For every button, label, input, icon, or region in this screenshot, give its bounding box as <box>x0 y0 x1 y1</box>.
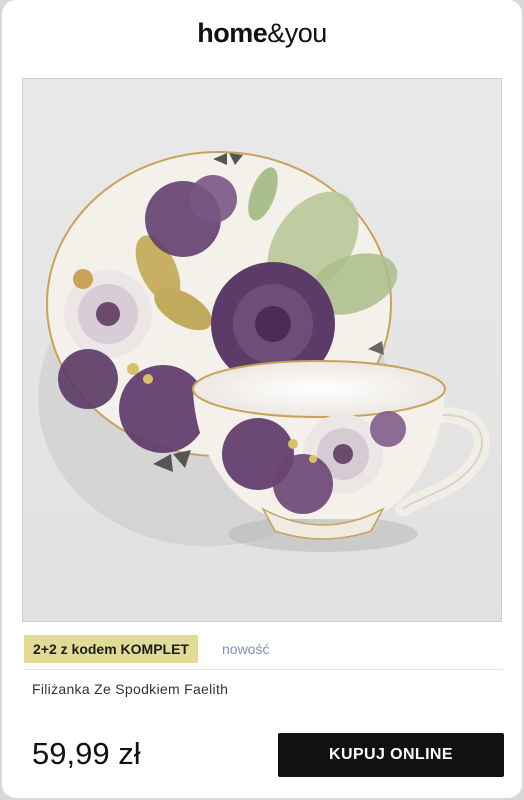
ad-card[interactable]: home&you 2+2 z kodem KOMPLET nowość Fili… <box>2 0 522 798</box>
brand-logo-thin: &you <box>267 18 327 48</box>
buy-online-button[interactable]: KUPUJ ONLINE <box>278 733 504 777</box>
product-price: 59,99 zł <box>32 736 141 771</box>
brand-logo-bold: home <box>197 18 268 48</box>
teacup-illustration <box>23 79 501 621</box>
product-name[interactable]: Filiżanka Ze Spodkiem Faelith <box>32 681 228 697</box>
product-image[interactable] <box>22 78 502 622</box>
promo-badge: 2+2 z kodem KOMPLET <box>24 635 198 663</box>
divider <box>24 669 502 670</box>
brand-logo: home&you <box>2 18 522 49</box>
new-label: nowość <box>222 641 270 657</box>
